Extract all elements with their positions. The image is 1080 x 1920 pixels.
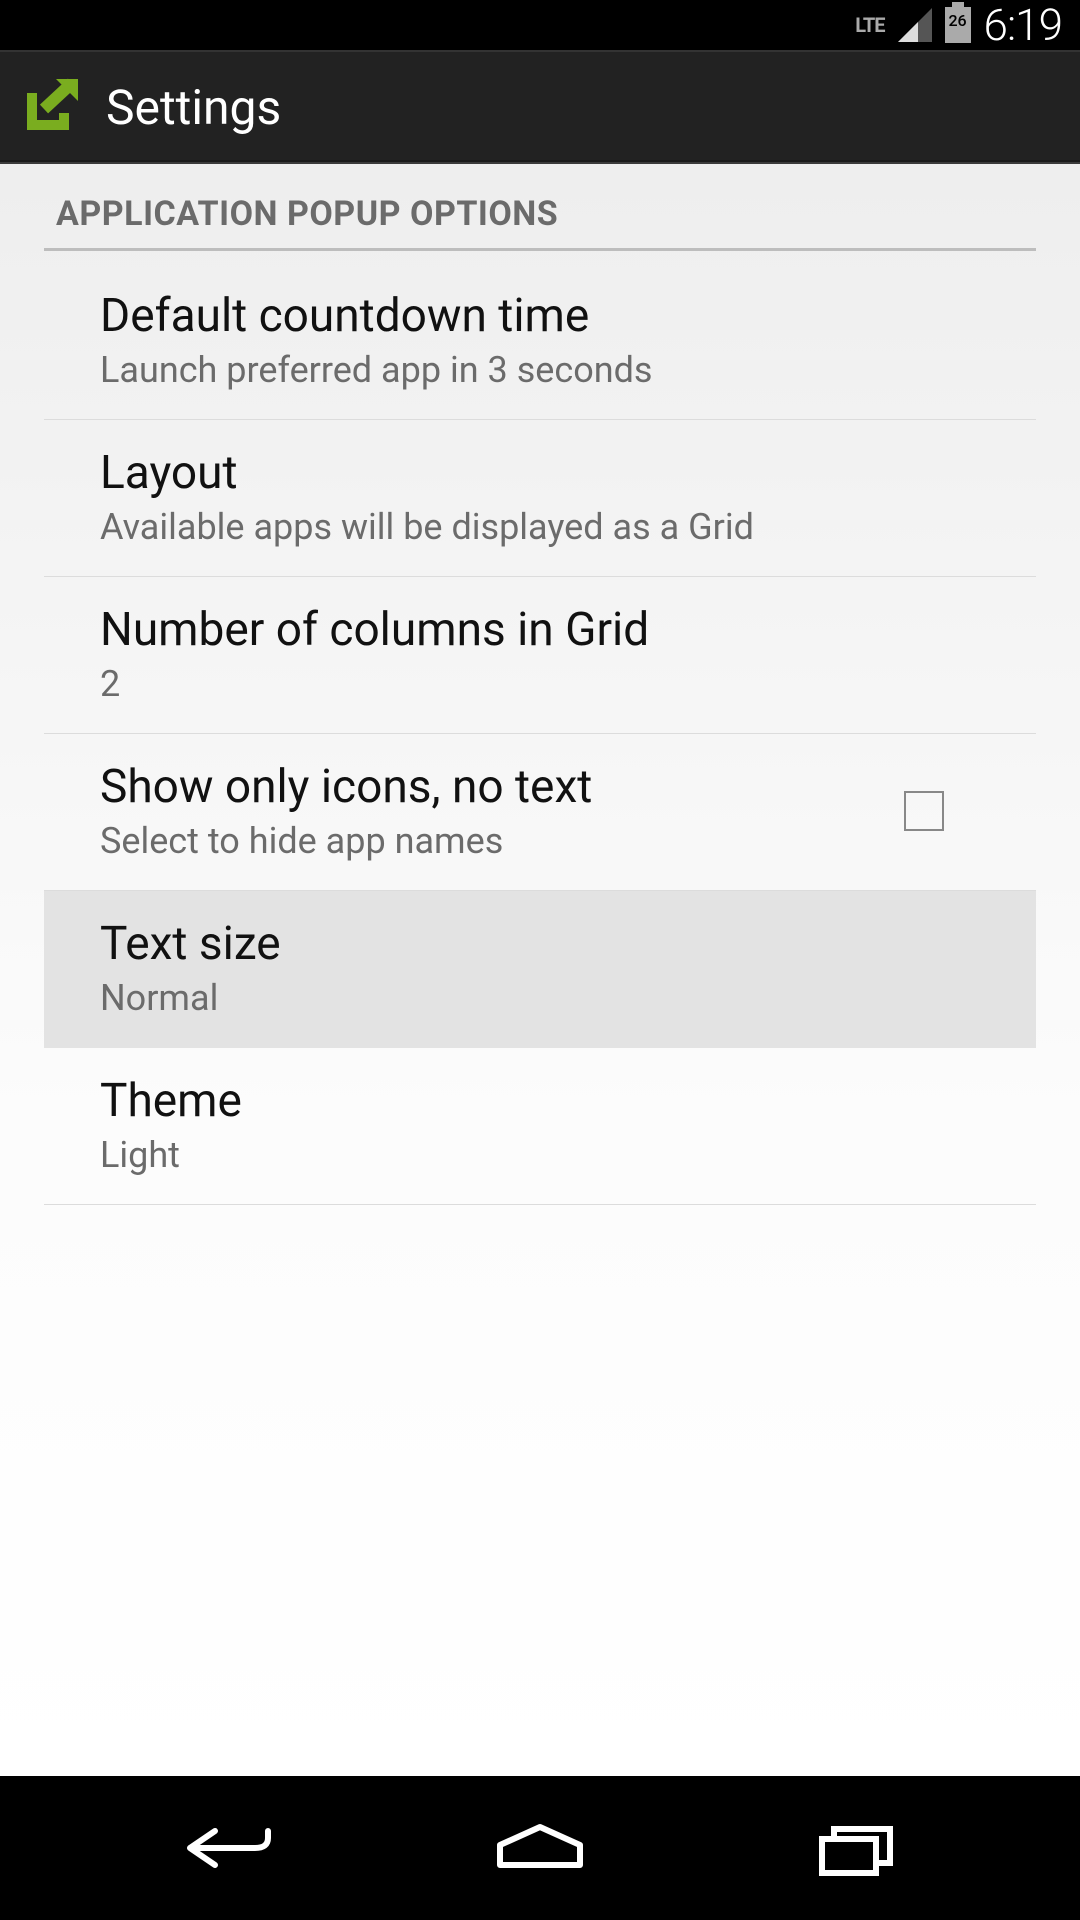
pref-columns[interactable]: Number of columns in Grid 2 <box>44 577 1036 734</box>
pref-layout[interactable]: Layout Available apps will be displayed … <box>44 420 1036 577</box>
navigation-bar <box>0 1776 1080 1920</box>
item-title: Text size <box>100 917 980 971</box>
recent-apps-button[interactable] <box>790 1808 930 1888</box>
section-header: APPLICATION POPUP OPTIONS <box>0 164 1080 248</box>
clock: 6:19 <box>984 0 1062 51</box>
pref-theme[interactable]: Theme Light <box>44 1048 1036 1205</box>
section-divider <box>44 248 1036 251</box>
item-subtitle: Normal <box>100 977 980 1019</box>
item-title: Default countdown time <box>100 289 980 343</box>
item-subtitle: Launch preferred app in 3 seconds <box>100 349 980 391</box>
back-button[interactable] <box>150 1808 290 1888</box>
pref-icons-only[interactable]: Show only icons, no text Select to hide … <box>44 734 1036 891</box>
item-title: Layout <box>100 446 980 500</box>
item-title: Number of columns in Grid <box>100 603 980 657</box>
network-label: LTE <box>855 13 884 37</box>
app-icon <box>20 73 84 141</box>
settings-content: APPLICATION POPUP OPTIONS Default countd… <box>0 164 1080 1776</box>
pref-text-size[interactable]: Text size Normal <box>44 891 1036 1048</box>
item-subtitle: 2 <box>100 663 980 705</box>
item-subtitle: Available apps will be displayed as a Gr… <box>100 506 980 548</box>
item-title: Show only icons, no text <box>100 760 904 814</box>
signal-icon <box>898 8 932 42</box>
action-bar: Settings <box>0 50 1080 164</box>
battery-icon: 26 <box>945 7 971 43</box>
item-subtitle: Light <box>100 1134 980 1176</box>
item-subtitle: Select to hide app names <box>100 820 904 862</box>
checkbox-icons-only[interactable] <box>904 791 944 831</box>
status-bar: LTE 26 6:19 <box>0 0 1080 50</box>
battery-level: 26 <box>947 11 969 30</box>
pref-countdown-time[interactable]: Default countdown time Launch preferred … <box>44 263 1036 420</box>
home-button[interactable] <box>470 1808 610 1888</box>
item-title: Theme <box>100 1074 980 1128</box>
page-title: Settings <box>106 79 281 136</box>
